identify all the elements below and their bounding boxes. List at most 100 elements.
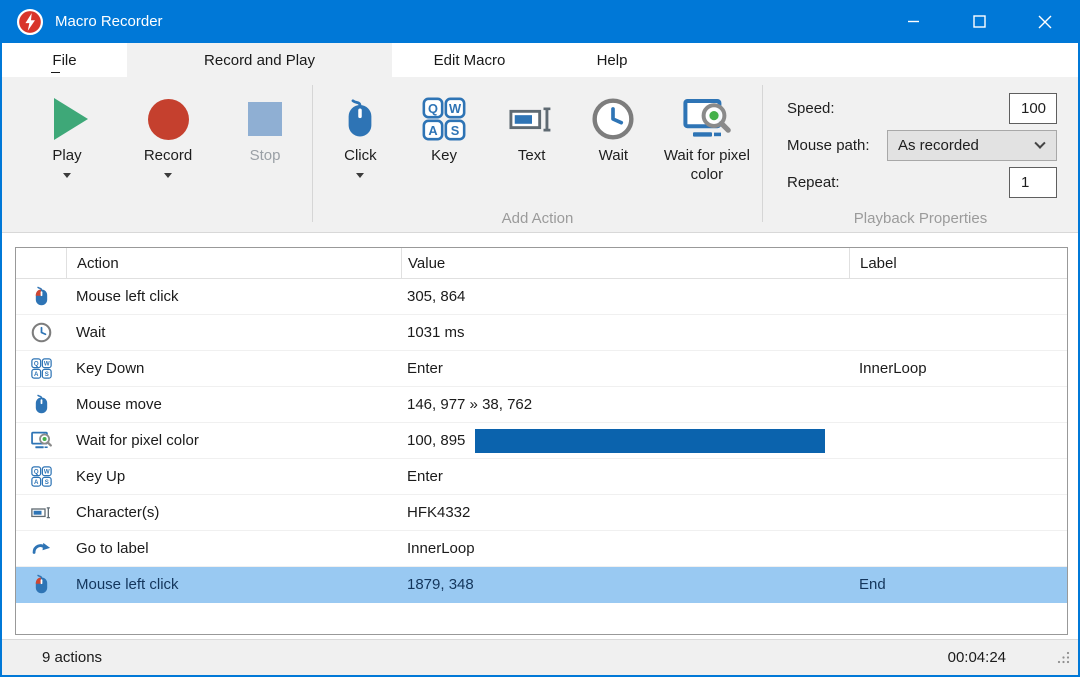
action-cell: Wait bbox=[66, 324, 401, 341]
record-button-label: Record bbox=[144, 147, 192, 166]
pixel-color-swatch bbox=[475, 429, 825, 453]
chevron-down-icon bbox=[1034, 137, 1045, 148]
key-button-label: Key bbox=[431, 147, 457, 166]
value-cell: Enter bbox=[401, 360, 849, 377]
repeat-label: Repeat: bbox=[787, 174, 840, 191]
action-cell: Character(s) bbox=[66, 504, 401, 521]
play-icon bbox=[54, 98, 88, 140]
value-cell: HFK4332 bbox=[401, 504, 849, 521]
resize-grip-icon[interactable] bbox=[1057, 651, 1070, 669]
action-cell: Key Up bbox=[66, 468, 401, 485]
playback-properties-group: Speed: 100 Mouse path: As recorded Repea… bbox=[763, 77, 1078, 232]
mouse-move-icon bbox=[16, 394, 66, 415]
column-header-action[interactable]: Action bbox=[66, 248, 401, 278]
table-row[interactable]: Mouse left click1879, 348End bbox=[16, 567, 1067, 603]
minimize-button[interactable] bbox=[880, 0, 946, 43]
maximize-button[interactable] bbox=[946, 0, 1012, 43]
elapsed-time: 00:04:24 bbox=[948, 640, 1006, 675]
record-button[interactable]: Record bbox=[120, 77, 216, 178]
table-row[interactable]: Key DownEnterInnerLoop bbox=[16, 351, 1067, 387]
table-row[interactable]: Mouse move146, 977 » 38, 762 bbox=[16, 387, 1067, 423]
stop-button: Stop bbox=[226, 77, 304, 166]
tab-file[interactable]: File bbox=[2, 43, 127, 77]
value-cell: 1879, 348 bbox=[401, 576, 849, 593]
wait-for-pixel-color-button[interactable]: Wait for pixel color bbox=[652, 77, 762, 185]
actions-table: Action Value Label Mouse left click305, … bbox=[15, 247, 1068, 635]
playback-buttons-group: Play Record Stop bbox=[2, 77, 312, 232]
playback-properties-group-label: Playback Properties bbox=[763, 210, 1078, 227]
wait-pixel-color-icon bbox=[16, 430, 66, 451]
tab-record-and-play[interactable]: Record and Play bbox=[127, 43, 392, 77]
play-dropdown-caret-icon[interactable] bbox=[63, 173, 71, 178]
speed-input[interactable]: 100 bbox=[1009, 93, 1057, 124]
wait-for-pixel-color-label: Wait for pixel color bbox=[657, 147, 757, 185]
mouse-left-click-icon bbox=[16, 286, 66, 307]
menu-tabbar: File Record and Play Edit Macro Help bbox=[2, 43, 1078, 77]
action-cell: Wait for pixel color bbox=[66, 432, 401, 449]
macro-recorder-window: Macro Recorder File Record and Play Edit… bbox=[0, 0, 1080, 677]
keyboard-keys-icon bbox=[422, 97, 466, 141]
mouse-path-selected-value: As recorded bbox=[898, 137, 979, 154]
mouse-path-label: Mouse path: bbox=[787, 137, 870, 154]
record-icon bbox=[148, 99, 189, 140]
table-row[interactable]: Wait1031 ms bbox=[16, 315, 1067, 351]
close-button[interactable] bbox=[1012, 0, 1078, 43]
label-cell: InnerLoop bbox=[849, 360, 1067, 377]
action-cell: Go to label bbox=[66, 540, 401, 557]
table-row[interactable]: Wait for pixel color100, 895 bbox=[16, 423, 1067, 459]
text-field-icon bbox=[509, 96, 555, 142]
actions-count: 9 actions bbox=[42, 640, 102, 675]
add-action-group: Click Key Text Wait Wait for pixel color… bbox=[313, 77, 762, 232]
repeat-input[interactable]: 1 bbox=[1009, 167, 1057, 198]
action-cell: Mouse left click bbox=[66, 576, 401, 593]
statusbar: 9 actions 00:04:24 bbox=[2, 639, 1078, 675]
key-button[interactable]: Key bbox=[402, 77, 487, 166]
label-cell: End bbox=[849, 576, 1067, 593]
text-button-label: Text bbox=[518, 147, 546, 166]
text-icon bbox=[16, 502, 66, 523]
column-header-icon[interactable] bbox=[16, 248, 66, 278]
action-cell: Mouse move bbox=[66, 396, 401, 413]
table-row[interactable]: Go to labelInnerLoop bbox=[16, 531, 1067, 567]
value-cell: 100, 895 bbox=[401, 429, 849, 453]
window-title: Macro Recorder bbox=[55, 13, 163, 30]
click-dropdown-caret-icon[interactable] bbox=[356, 173, 364, 178]
add-action-group-label: Add Action bbox=[313, 210, 762, 227]
ribbon: Play Record Stop Click Key bbox=[2, 77, 1078, 233]
action-cell: Key Down bbox=[66, 360, 401, 377]
wait-icon bbox=[16, 322, 66, 343]
action-cell: Mouse left click bbox=[66, 288, 401, 305]
record-dropdown-caret-icon[interactable] bbox=[164, 173, 172, 178]
key-icon bbox=[16, 466, 66, 487]
table-row[interactable]: Key UpEnter bbox=[16, 459, 1067, 495]
column-header-value[interactable]: Value bbox=[401, 248, 849, 278]
column-header-label[interactable]: Label bbox=[849, 248, 1067, 278]
speed-label: Speed: bbox=[787, 100, 835, 117]
play-button[interactable]: Play bbox=[24, 77, 110, 178]
value-cell: 146, 977 » 38, 762 bbox=[401, 396, 849, 413]
value-cell: InnerLoop bbox=[401, 540, 849, 557]
stop-button-label: Stop bbox=[250, 147, 281, 166]
table-header: Action Value Label bbox=[16, 248, 1067, 279]
play-button-label: Play bbox=[52, 147, 81, 166]
window-controls bbox=[880, 0, 1078, 43]
stop-icon bbox=[248, 102, 282, 136]
mouse-left-click-icon bbox=[16, 574, 66, 595]
value-cell: 305, 864 bbox=[401, 288, 849, 305]
click-button[interactable]: Click bbox=[321, 77, 400, 178]
value-cell: Enter bbox=[401, 468, 849, 485]
wait-button-label: Wait bbox=[599, 147, 628, 166]
tab-edit-macro[interactable]: Edit Macro bbox=[392, 43, 547, 77]
monitor-magnifier-icon bbox=[683, 95, 731, 143]
app-logo-icon bbox=[17, 9, 43, 35]
mouse-path-select[interactable]: As recorded bbox=[887, 130, 1057, 161]
wait-button[interactable]: Wait bbox=[577, 77, 650, 166]
table-row[interactable]: Character(s)HFK4332 bbox=[16, 495, 1067, 531]
titlebar: Macro Recorder bbox=[2, 0, 1078, 43]
table-row[interactable]: Mouse left click305, 864 bbox=[16, 279, 1067, 315]
key-icon bbox=[16, 358, 66, 379]
goto-label-icon bbox=[16, 538, 66, 559]
clock-icon bbox=[591, 97, 635, 141]
text-button[interactable]: Text bbox=[488, 77, 575, 166]
tab-help[interactable]: Help bbox=[547, 43, 677, 77]
